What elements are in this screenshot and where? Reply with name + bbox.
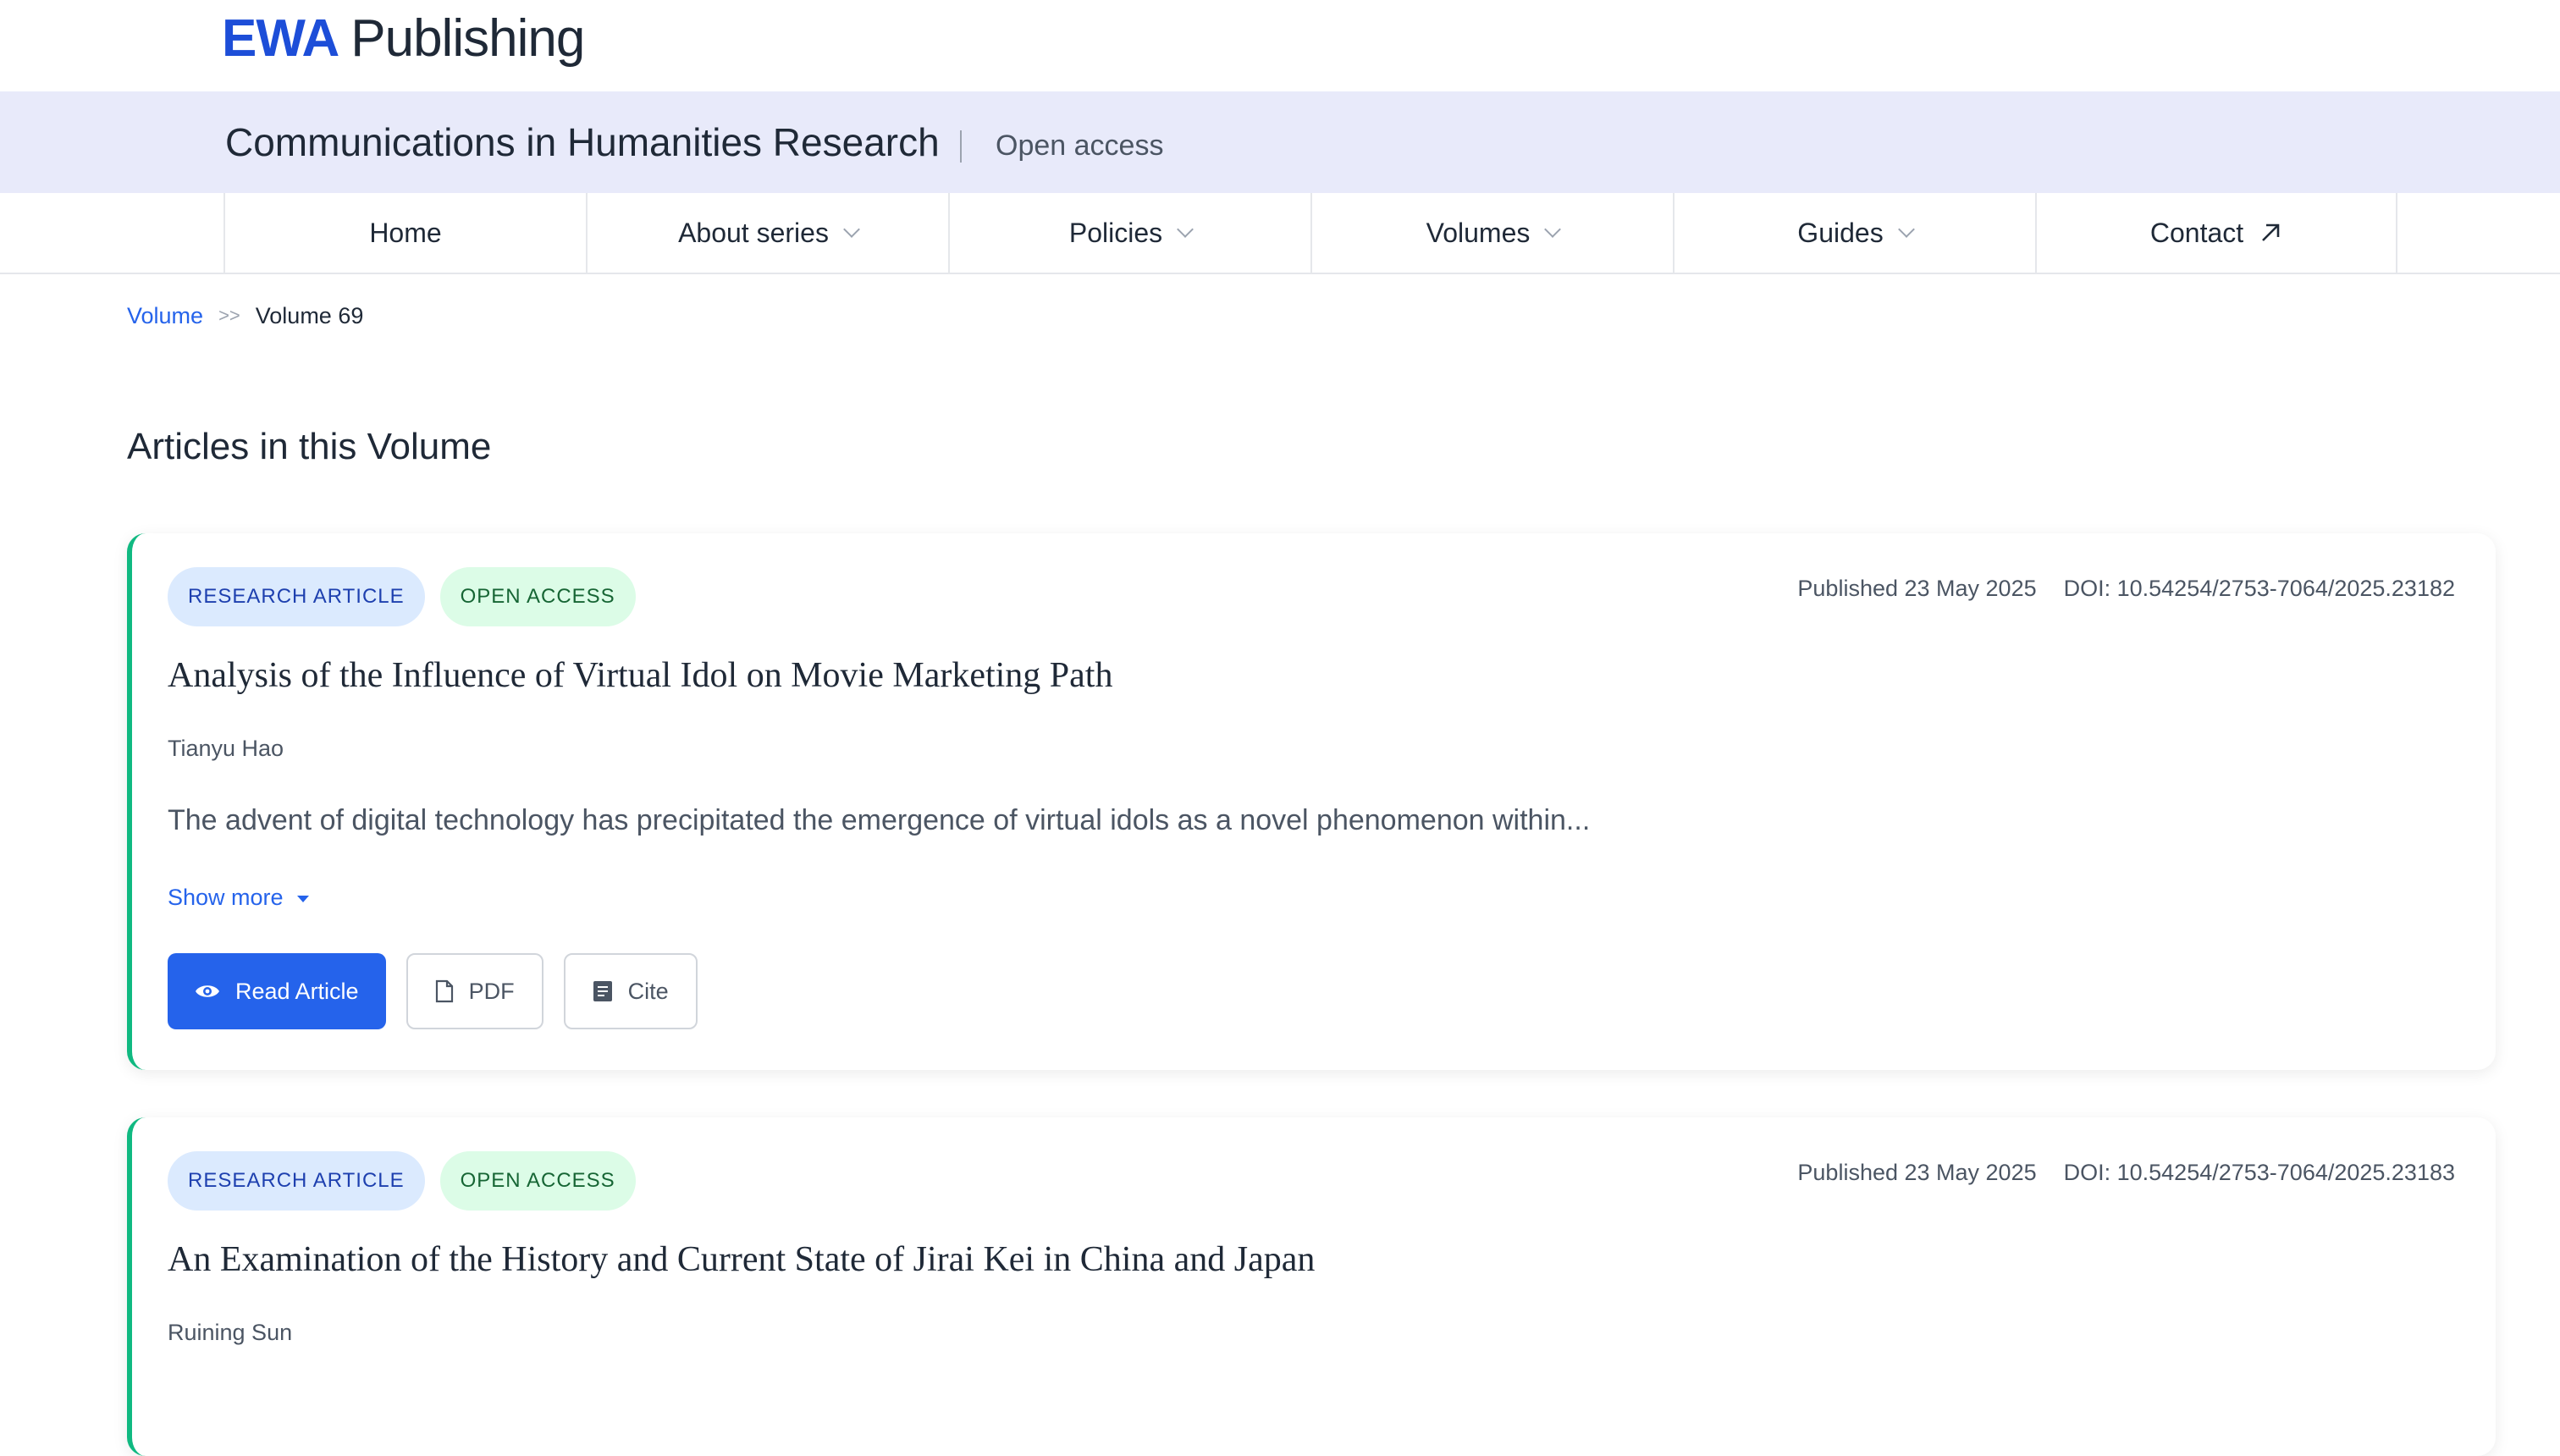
open-access-badge: OPEN ACCESS bbox=[439, 567, 636, 626]
article-author[interactable]: Tianyu Hao bbox=[168, 733, 284, 764]
logo-accent: EWA bbox=[222, 9, 339, 68]
chevron-down-icon bbox=[843, 221, 860, 238]
nav-contact-label: Contact bbox=[2149, 217, 2244, 248]
published-date: Published 23 May 2025 bbox=[1797, 576, 2037, 601]
brand-bar: EWA Publishing bbox=[0, 0, 2560, 91]
cite-label: Cite bbox=[627, 978, 669, 1004]
pdf-button[interactable]: PDF bbox=[406, 953, 543, 1029]
doi-text: DOI: 10.54254/2753-7064/2025.23183 bbox=[2063, 1160, 2455, 1185]
article-actions: Read Article PDF Cite bbox=[168, 953, 698, 1029]
section-title: Articles in this Volume bbox=[127, 426, 492, 467]
article-card: RESEARCH ARTICLE OPEN ACCESS Published 2… bbox=[127, 1117, 2496, 1456]
article-abstract: The advent of digital technology has pre… bbox=[168, 804, 1591, 836]
journal-divider bbox=[960, 130, 962, 163]
chevron-down-icon bbox=[1897, 221, 1915, 238]
chevron-down-icon bbox=[1544, 221, 1562, 238]
nav-about-series[interactable]: About series bbox=[586, 193, 948, 273]
article-title[interactable]: An Examination of the History and Curren… bbox=[168, 1236, 1315, 1283]
nav-home[interactable]: Home bbox=[223, 193, 586, 273]
nav-policies[interactable]: Policies bbox=[948, 193, 1310, 273]
read-article-button[interactable]: Read Article bbox=[168, 953, 386, 1029]
breadcrumb-current: Volume 69 bbox=[255, 303, 364, 328]
journal-band: Communications in Humanities Research Op… bbox=[0, 91, 2560, 193]
chevron-down-icon bbox=[1177, 221, 1194, 238]
nav-guides-label: Guides bbox=[1797, 217, 1884, 248]
breadcrumb: Volume >> Volume 69 bbox=[127, 301, 363, 330]
cite-button[interactable]: Cite bbox=[563, 953, 698, 1029]
breadcrumb-separator: >> bbox=[218, 305, 240, 326]
nav-volumes[interactable]: Volumes bbox=[1310, 193, 1673, 273]
open-access-badge: OPEN ACCESS bbox=[439, 1151, 636, 1211]
article-author[interactable]: Ruining Sun bbox=[168, 1317, 292, 1348]
article-badges: RESEARCH ARTICLE OPEN ACCESS bbox=[168, 1151, 636, 1211]
article-meta: Published 23 May 2025 DOI: 10.54254/2753… bbox=[1797, 576, 2455, 602]
nav-about-series-label: About series bbox=[678, 217, 829, 248]
article-meta: Published 23 May 2025 DOI: 10.54254/2753… bbox=[1797, 1160, 2455, 1186]
nav-home-label: Home bbox=[369, 217, 442, 248]
caret-down-icon bbox=[296, 896, 309, 902]
show-more-label: Show more bbox=[168, 885, 284, 910]
article-type-badge: RESEARCH ARTICLE bbox=[168, 567, 425, 626]
breadcrumb-volume-link[interactable]: Volume bbox=[127, 301, 203, 330]
doi-text: DOI: 10.54254/2753-7064/2025.23182 bbox=[2063, 576, 2455, 601]
main-nav: Home About series Policies Volumes Guide… bbox=[0, 193, 2560, 274]
nav-guides[interactable]: Guides bbox=[1673, 193, 2035, 273]
logo-text: Publishing bbox=[350, 9, 585, 68]
read-article-label: Read Article bbox=[235, 978, 359, 1004]
journal-title[interactable]: Communications in Humanities Research bbox=[225, 119, 940, 166]
published-date: Published 23 May 2025 bbox=[1797, 1160, 2037, 1185]
show-more-button[interactable]: Show more bbox=[168, 882, 309, 913]
article-badges: RESEARCH ARTICLE OPEN ACCESS bbox=[168, 567, 636, 626]
article-type-badge: RESEARCH ARTICLE bbox=[168, 1151, 425, 1211]
nav-volumes-label: Volumes bbox=[1426, 217, 1531, 248]
nav-contact[interactable]: Contact bbox=[2035, 193, 2397, 273]
nav-policies-label: Policies bbox=[1068, 217, 1163, 248]
cite-icon bbox=[593, 981, 612, 1001]
article-card: RESEARCH ARTICLE OPEN ACCESS Published 2… bbox=[127, 533, 2496, 1070]
pdf-label: PDF bbox=[468, 978, 515, 1004]
eye-icon bbox=[196, 985, 219, 997]
logo[interactable]: EWA Publishing bbox=[222, 8, 585, 69]
document-icon bbox=[435, 979, 453, 1003]
external-link-icon bbox=[2262, 223, 2280, 241]
journal-access-label: Open access bbox=[996, 130, 1164, 162]
article-title[interactable]: Analysis of the Influence of Virtual Ido… bbox=[168, 652, 1112, 699]
